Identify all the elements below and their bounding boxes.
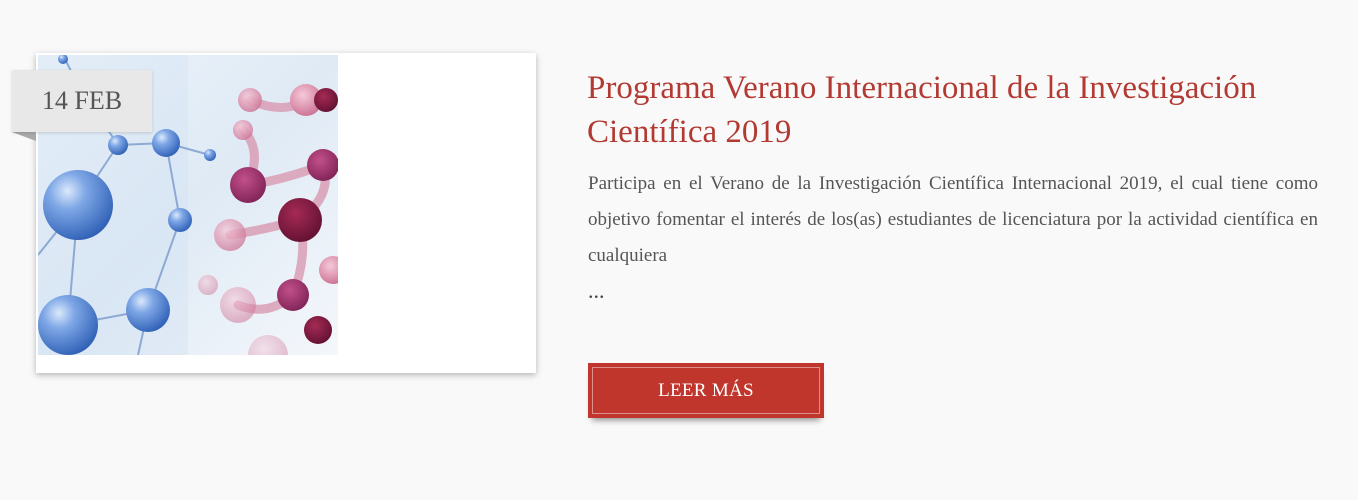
- post-title[interactable]: Programa Verano Internacional de la Inve…: [587, 66, 1327, 154]
- read-more-label: LEER MÁS: [658, 380, 754, 401]
- excerpt-ellipsis: ...: [588, 278, 605, 303]
- post-excerpt: Participa en el Verano de la Investigaci…: [588, 173, 1318, 266]
- date-badge: 14 FEB: [12, 70, 152, 132]
- read-more-button[interactable]: LEER MÁS: [588, 363, 824, 418]
- date-badge-fold: [12, 132, 36, 141]
